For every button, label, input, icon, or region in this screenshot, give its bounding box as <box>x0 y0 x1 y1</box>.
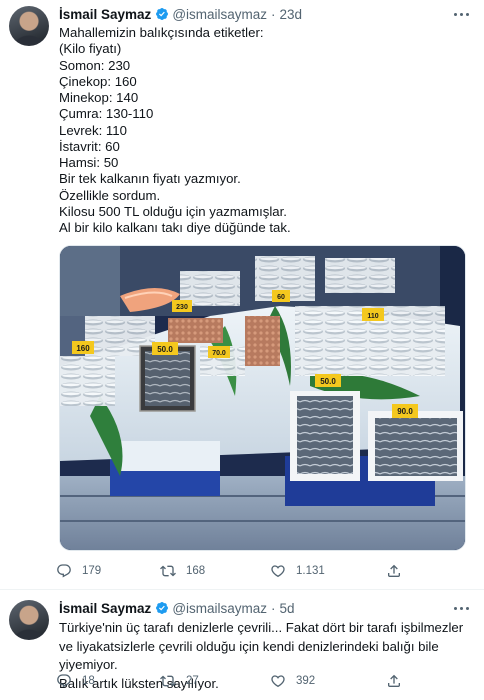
text-line: Hamsi: 50 <box>59 155 119 170</box>
reply-icon <box>57 674 71 688</box>
tweet-actions: 179 168 1.131 <box>56 562 416 582</box>
text-line: Kilosu 500 TL olduğu için yazmamışlar. <box>59 203 287 219</box>
svg-text:70.0: 70.0 <box>212 350 226 357</box>
retweet-icon <box>160 675 176 687</box>
svg-text:50.0: 50.0 <box>157 345 173 354</box>
separator-dot: · <box>271 600 276 616</box>
svg-text:230: 230 <box>176 304 188 311</box>
timestamp[interactable]: 23d <box>280 7 303 22</box>
like-count: 392 <box>296 675 316 687</box>
timestamp[interactable]: 5d <box>280 601 295 616</box>
tweet-header: İsmail Saymaz @ismailsaymaz · 23d <box>59 5 302 23</box>
tweet-photo[interactable]: 160 50.0 70.0 230 60 110 50.0 90.0 <box>59 245 466 551</box>
like-count: 1.131 <box>296 565 325 577</box>
text-line: Minekop: 140 <box>59 90 139 105</box>
svg-text:160: 160 <box>76 344 90 353</box>
tweet-actions: 18 27 392 <box>56 672 416 692</box>
like-icon <box>271 565 285 578</box>
text-line: Çinekop: 160 <box>59 73 137 89</box>
text-line: Levrek: 110 <box>59 122 127 138</box>
price-tag: 110 <box>362 308 384 321</box>
reply-button[interactable]: 18 <box>56 672 95 690</box>
text-line: (Kilo fiyatı) <box>59 41 122 57</box>
price-tag: 230 <box>172 300 192 312</box>
text-line: Bir tek kalkanın fiyatı yazmıyor. <box>59 171 241 187</box>
like-button[interactable]: 1.131 <box>270 562 325 580</box>
retweet-icon <box>160 565 176 577</box>
price-tag: 60 <box>272 290 290 302</box>
price-tag: 70.0 <box>208 346 230 358</box>
text-line: Somon: 230 <box>59 57 131 73</box>
price-tag: 90.0 <box>392 404 418 418</box>
handle[interactable]: @ismailsaymaz <box>172 7 267 22</box>
tweet[interactable]: İsmail Saymaz @ismailsaymaz · 5d Türkiye… <box>0 590 484 700</box>
avatar[interactable] <box>9 6 49 46</box>
svg-text:110: 110 <box>367 313 378 320</box>
share-button[interactable] <box>386 562 402 580</box>
svg-text:60: 60 <box>277 294 285 301</box>
svg-text:90.0: 90.0 <box>397 407 413 416</box>
text-line: Mahallemizin balıkçısında etiketler: <box>59 25 264 40</box>
separator-dot: · <box>271 6 276 22</box>
more-options-icon[interactable] <box>452 600 472 616</box>
tweet[interactable]: İsmail Saymaz @ismailsaymaz · 23d Mahall… <box>0 0 484 590</box>
reply-icon <box>57 564 71 578</box>
tweet-text: Mahallemizin balıkçısında etiketler: (Ki… <box>59 25 474 236</box>
price-tag: 50.0 <box>152 342 178 355</box>
share-icon <box>388 564 400 577</box>
verified-badge-icon <box>156 602 169 614</box>
text-line: Özellikle sordum. <box>59 187 161 203</box>
retweet-button[interactable]: 168 <box>160 562 205 580</box>
text-line: Al bir kilo kalkanı takı diye düğünde ta… <box>59 220 291 235</box>
reply-count: 179 <box>82 565 102 577</box>
text-paragraph: Türkiye'nin üç tarafı denizlerle çevrili… <box>59 620 464 672</box>
display-name[interactable]: İsmail Saymaz <box>59 601 151 616</box>
tweet-header: İsmail Saymaz @ismailsaymaz · 5d <box>59 599 295 617</box>
text-line: Çumra: 130-110 <box>59 106 154 122</box>
handle[interactable]: @ismailsaymaz <box>172 601 267 616</box>
svg-text:50.0: 50.0 <box>320 377 336 386</box>
fish-counter-photo: 160 50.0 70.0 230 60 110 50.0 90.0 <box>60 246 465 550</box>
display-name[interactable]: İsmail Saymaz <box>59 7 151 22</box>
more-options-icon[interactable] <box>452 6 472 22</box>
reply-button[interactable]: 179 <box>56 562 101 580</box>
price-tag: 50.0 <box>315 374 341 387</box>
like-button[interactable]: 392 <box>270 672 315 690</box>
verified-badge-icon <box>156 8 169 20</box>
text-line: İstavrit: 60 <box>59 138 120 154</box>
share-icon <box>388 674 400 687</box>
price-tag: 160 <box>72 341 94 354</box>
retweet-count: 27 <box>186 675 199 687</box>
retweet-count: 168 <box>186 565 206 577</box>
retweet-button[interactable]: 27 <box>160 672 199 690</box>
share-button[interactable] <box>386 672 402 690</box>
like-icon <box>271 675 285 688</box>
reply-count: 18 <box>82 675 95 687</box>
avatar[interactable] <box>9 600 49 640</box>
